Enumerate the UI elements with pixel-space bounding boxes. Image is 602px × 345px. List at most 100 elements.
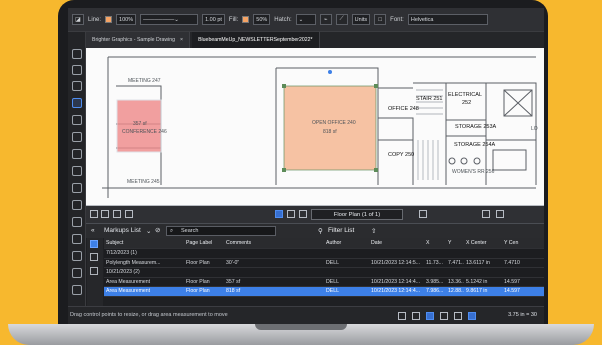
grid-icon[interactable] bbox=[398, 312, 406, 320]
search-placeholder: Search bbox=[181, 228, 199, 234]
date-header[interactable]: Date bbox=[369, 240, 424, 246]
status-icon[interactable] bbox=[90, 267, 98, 275]
tab-label: Brighter Graphics - Sample Drawing bbox=[92, 37, 176, 43]
table-row[interactable]: Area Measurement Floor Plan 357 sf DELL … bbox=[104, 277, 544, 287]
date-cell: 10/21/2023 12:14:5... bbox=[371, 259, 421, 266]
spaces-icon[interactable] bbox=[72, 200, 82, 210]
x-center-header[interactable]: X Center bbox=[464, 240, 502, 246]
stair-label: STAIR 251 bbox=[416, 96, 443, 102]
thumbnails-icon[interactable] bbox=[72, 49, 82, 59]
table-row[interactable]: 7/12/2023 (1) bbox=[104, 249, 544, 259]
properties-icon[interactable] bbox=[72, 115, 82, 125]
author-header[interactable]: Author bbox=[324, 240, 369, 246]
tab-brighter-graphics[interactable]: Brighter Graphics - Sample Drawing × bbox=[86, 32, 191, 48]
drawing-canvas[interactable]: MEETING 247 357 sf CONFERENCE 246 OPEN O… bbox=[86, 48, 544, 206]
compare-icon[interactable] bbox=[125, 210, 133, 218]
reuse-icon[interactable] bbox=[454, 312, 462, 320]
pan-tool-icon[interactable] bbox=[275, 210, 283, 218]
text-select-icon[interactable] bbox=[299, 210, 307, 218]
page-cell: Floor Plan bbox=[186, 278, 210, 285]
markups-table: Subject Page Label Comments Author Date … bbox=[104, 238, 544, 307]
fill-opacity-select[interactable]: 50% bbox=[253, 14, 271, 25]
date-cell: 10/21/2023 12:14:4... bbox=[371, 288, 421, 295]
line-color-swatch[interactable] bbox=[105, 16, 113, 23]
filter-list-label[interactable]: Filter List bbox=[328, 227, 354, 234]
toolchest-icon[interactable] bbox=[72, 98, 82, 108]
subject-cell: Polylength Measurem... bbox=[106, 259, 161, 266]
tab-newsletter[interactable]: BluebeamMeUp_NEWSLETTERSeptember2022* bbox=[192, 32, 320, 48]
font-select[interactable]: Helvetica bbox=[407, 14, 488, 25]
womens-restroom-label: WOMEN'S RR 256 bbox=[452, 169, 495, 175]
x-cell: 3.985... bbox=[426, 278, 444, 285]
draw-tool-icon[interactable]: ⟋ bbox=[335, 14, 348, 25]
links-icon[interactable] bbox=[72, 234, 82, 244]
search-icon[interactable] bbox=[72, 166, 82, 176]
save-icon[interactable] bbox=[72, 268, 82, 278]
markups-icon[interactable] bbox=[72, 251, 82, 261]
snap-icon[interactable]: □ bbox=[374, 14, 387, 25]
author-cell: DELL bbox=[326, 278, 339, 285]
signatures-icon[interactable] bbox=[72, 149, 82, 159]
settings-icon[interactable] bbox=[496, 210, 504, 218]
floor-plan-svg[interactable]: MEETING 247 357 sf CONFERENCE 246 OPEN O… bbox=[86, 48, 544, 206]
filter-icon[interactable]: ⚲ bbox=[318, 227, 323, 235]
sync-icon[interactable] bbox=[482, 210, 490, 218]
subject-header[interactable]: Subject bbox=[104, 240, 184, 246]
table-row-selected[interactable]: Area Measurement Floor Plan 818 sf DELL … bbox=[104, 287, 544, 297]
comments-header[interactable]: Comments bbox=[224, 240, 324, 246]
zoom-icon[interactable] bbox=[72, 285, 82, 295]
highlight-tool-icon[interactable]: ⌁ bbox=[319, 14, 332, 25]
layers-icon[interactable] bbox=[72, 81, 82, 91]
markup-tool-button[interactable]: ◪ bbox=[72, 14, 84, 25]
file-access-icon[interactable] bbox=[72, 217, 82, 227]
list-view-icon[interactable] bbox=[90, 240, 98, 248]
table-row[interactable]: 10/21/2023 (2) bbox=[104, 268, 544, 278]
comment-cell: 30'-0" bbox=[226, 259, 240, 266]
hide-icon[interactable]: ⊘ bbox=[155, 226, 160, 234]
line-opacity-select[interactable]: 100% bbox=[116, 14, 137, 25]
table-row[interactable]: Polylength Measurem... Floor Plan 30'-0"… bbox=[104, 258, 544, 268]
units-select[interactable]: Units bbox=[351, 14, 371, 25]
share-icon[interactable] bbox=[419, 210, 427, 218]
subject-cell: 10/21/2023 (2) bbox=[106, 269, 140, 276]
author-cell: DELL bbox=[326, 259, 339, 266]
y-cell: 12.88... bbox=[448, 288, 464, 295]
meeting-bottom-label: MEETING 245 bbox=[127, 179, 160, 185]
fill-color-swatch[interactable] bbox=[242, 16, 250, 23]
markups-left-rail bbox=[87, 238, 103, 307]
measurements-icon[interactable] bbox=[72, 132, 82, 142]
fill-label: Fill: bbox=[228, 16, 239, 23]
split-view-icon[interactable] bbox=[101, 210, 109, 218]
line-style-select[interactable]: ────────⌄ bbox=[140, 14, 199, 25]
sync-icon[interactable] bbox=[468, 312, 476, 320]
view-controls-bar: Floor Plan (1 of 1) bbox=[86, 206, 544, 223]
x-header[interactable]: X bbox=[424, 240, 446, 246]
subject-cell: 7/12/2023 (1) bbox=[106, 250, 137, 257]
visibility-icon[interactable]: ⌄ bbox=[146, 227, 151, 235]
laptop-notch bbox=[255, 324, 347, 330]
collapse-icon[interactable]: « bbox=[91, 227, 95, 234]
y-center-header[interactable]: Y Cen bbox=[502, 240, 544, 246]
markups-search[interactable]: ⌕ Search bbox=[166, 226, 276, 236]
line-thickness-field[interactable]: 1.00 pt bbox=[202, 14, 225, 25]
content-icon[interactable] bbox=[426, 312, 434, 320]
export-icon[interactable]: ⇧ bbox=[371, 227, 376, 235]
sets-icon[interactable] bbox=[72, 183, 82, 193]
date-cell: 10/21/2023 12:14:4... bbox=[371, 278, 421, 285]
page-navigator[interactable]: Floor Plan (1 of 1) bbox=[311, 209, 403, 220]
bookmarks-icon[interactable] bbox=[72, 65, 82, 75]
y-cell: 13.36... bbox=[448, 278, 464, 285]
markup-icon[interactable] bbox=[440, 312, 448, 320]
y-header[interactable]: Y bbox=[446, 240, 464, 246]
grid-view-icon[interactable] bbox=[113, 210, 121, 218]
page-label-header[interactable]: Page Label bbox=[184, 240, 224, 246]
hatch-select[interactable]: ⌄ bbox=[295, 14, 316, 25]
single-page-icon[interactable] bbox=[90, 210, 98, 218]
meeting-top-label: MEETING 247 bbox=[128, 78, 161, 84]
scale-label[interactable]: 3.75 in = 30 bbox=[508, 312, 537, 318]
close-icon[interactable]: × bbox=[180, 37, 183, 43]
group-icon[interactable] bbox=[90, 253, 98, 261]
select-tool-icon[interactable] bbox=[287, 210, 295, 218]
snap-icon[interactable] bbox=[412, 312, 420, 320]
line-label: Line: bbox=[88, 16, 102, 23]
